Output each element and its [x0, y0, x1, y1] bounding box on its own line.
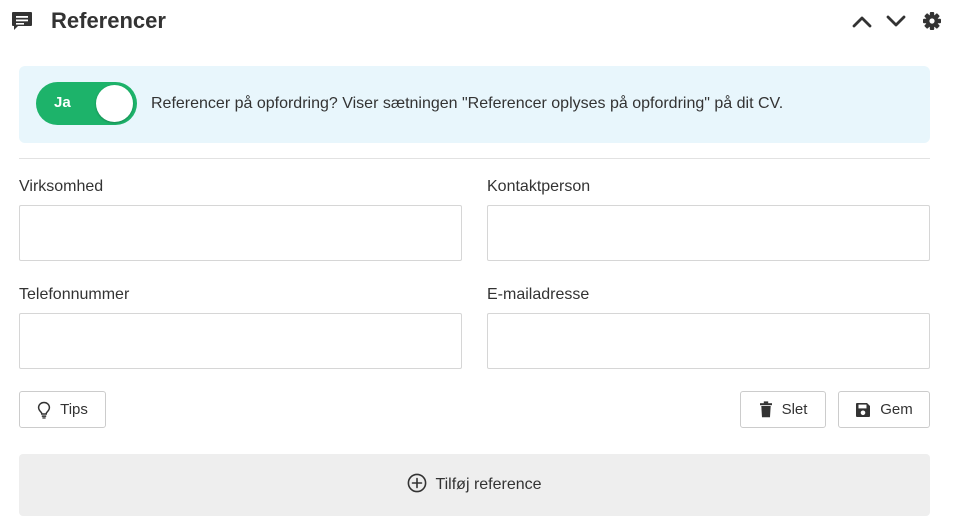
delete-label: Slet [781, 401, 808, 418]
references-on-request-toggle[interactable]: Ja [36, 82, 137, 125]
floppy-disk-icon [855, 402, 871, 418]
add-reference-label: Tilføj reference [435, 476, 542, 493]
email-label: E-mailadresse [487, 286, 590, 303]
plus-circle-icon [407, 473, 427, 498]
divider [19, 158, 930, 159]
add-reference-button[interactable]: Tilføj reference [19, 454, 930, 516]
tips-label: Tips [60, 401, 88, 418]
contact-person-label: Kontaktperson [487, 178, 591, 195]
references-on-request-box: Ja Referencer på opfordring? Viser sætni… [19, 66, 930, 143]
phone-label: Telefonnummer [19, 286, 130, 303]
section-title: Referencer [51, 8, 166, 33]
chevron-up-icon[interactable] [850, 10, 874, 32]
email-input[interactable] [487, 313, 930, 369]
company-label: Virksomhed [19, 178, 104, 195]
contact-person-input[interactable] [487, 205, 930, 261]
toggle-label: Ja [54, 94, 71, 111]
info-text: Referencer på opfordring? Viser sætninge… [151, 95, 784, 112]
company-input[interactable] [19, 205, 462, 261]
section-header: Referencer [0, 0, 957, 44]
lightbulb-icon [37, 401, 51, 419]
save-button[interactable]: Gem [838, 391, 930, 428]
chevron-down-icon[interactable] [884, 10, 908, 32]
toggle-knob [96, 85, 133, 122]
tips-button[interactable]: Tips [19, 391, 106, 428]
comment-icon [11, 11, 33, 31]
gear-icon[interactable] [920, 10, 944, 32]
save-label: Gem [880, 401, 913, 418]
delete-button[interactable]: Slet [740, 391, 826, 428]
trash-icon [759, 401, 773, 418]
phone-input[interactable] [19, 313, 462, 369]
